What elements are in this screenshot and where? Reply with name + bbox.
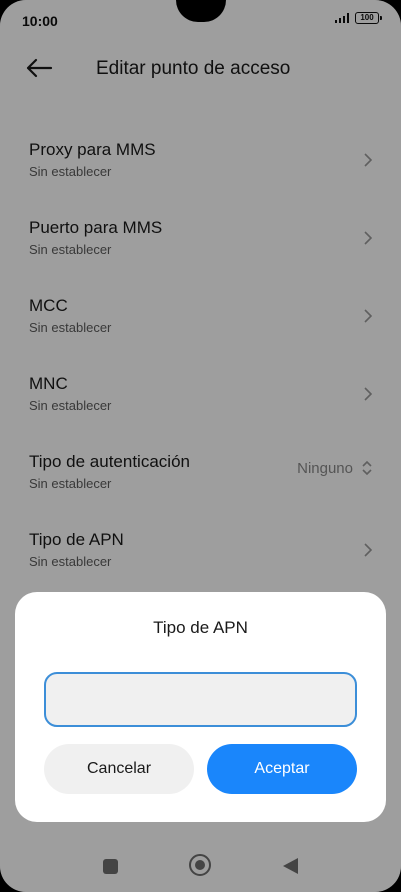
apn-type-input[interactable] xyxy=(44,672,357,727)
home-icon[interactable] xyxy=(189,854,211,876)
recent-apps-icon[interactable] xyxy=(103,859,118,874)
accept-button[interactable]: Aceptar xyxy=(207,744,357,794)
apn-type-dialog: Tipo de APN Cancelar Aceptar xyxy=(15,592,386,822)
dialog-title: Tipo de APN xyxy=(153,618,248,637)
cancel-button[interactable]: Cancelar xyxy=(44,744,194,794)
navigation-bar xyxy=(0,842,401,892)
phone-screen: 10:00 100 Editar punto de acceso Proxy p… xyxy=(0,0,401,892)
back-triangle-icon[interactable] xyxy=(283,858,298,874)
